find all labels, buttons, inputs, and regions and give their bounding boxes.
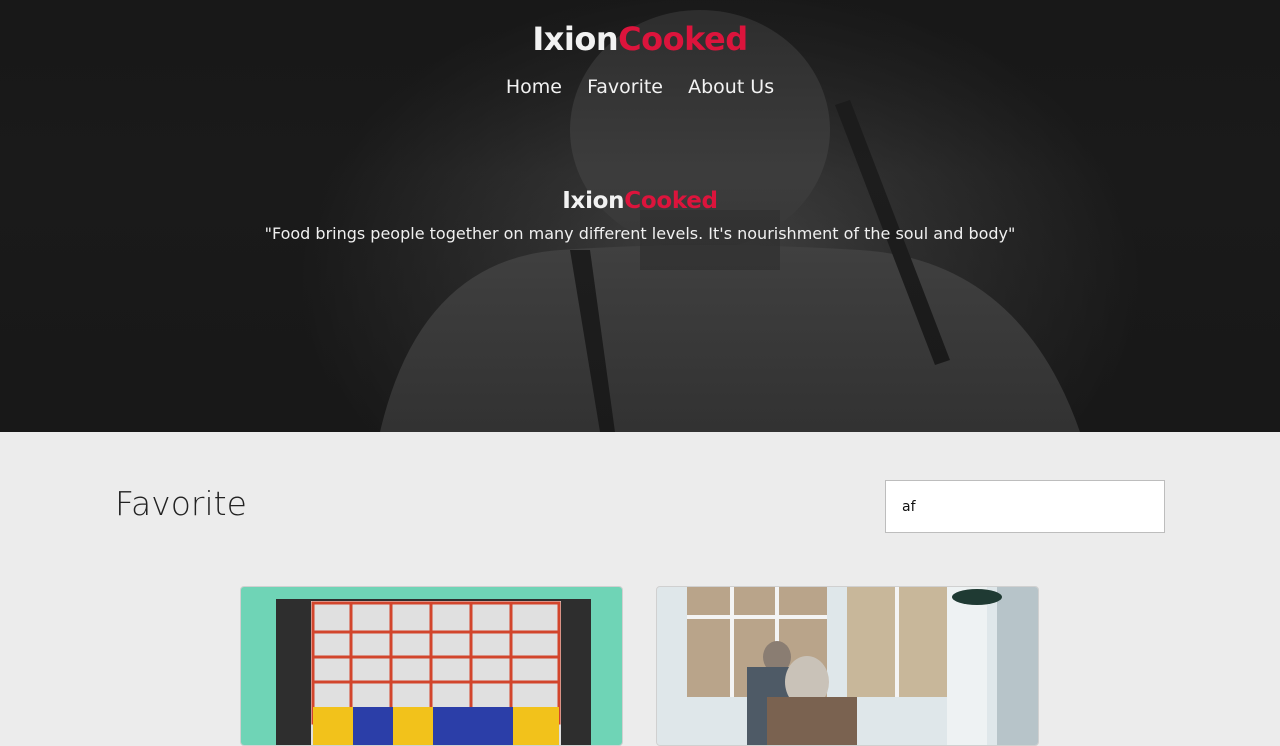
main-nav: Home Favorite About Us bbox=[0, 76, 1280, 98]
nav-home-link[interactable]: Home bbox=[506, 76, 562, 98]
recipe-card-2[interactable] bbox=[656, 586, 1039, 746]
hero-title-accent: Cooked bbox=[624, 188, 718, 214]
site-logo[interactable]: IxionCooked bbox=[0, 20, 1280, 58]
logo-text-accent: Cooked bbox=[618, 20, 748, 58]
hero-overlay bbox=[0, 0, 1280, 432]
nav-favorite-link[interactable]: Favorite bbox=[587, 76, 663, 98]
hero-quote: "Food brings people together on many dif… bbox=[264, 224, 1016, 243]
hero-title-primary: Ixion bbox=[562, 188, 625, 214]
hero-title: IxionCooked bbox=[0, 188, 1280, 214]
recipe-card-1[interactable] bbox=[240, 586, 623, 746]
logo-text-primary: Ixion bbox=[532, 20, 619, 58]
nav-about-link[interactable]: About Us bbox=[688, 76, 774, 98]
hero-banner: IxionCooked Home Favorite About Us Ixion… bbox=[0, 0, 1280, 432]
search-input[interactable] bbox=[885, 480, 1165, 533]
section-title: Favorite bbox=[115, 484, 247, 523]
recipe-card-2-image bbox=[657, 587, 1038, 745]
recipe-card-1-image bbox=[241, 587, 622, 745]
